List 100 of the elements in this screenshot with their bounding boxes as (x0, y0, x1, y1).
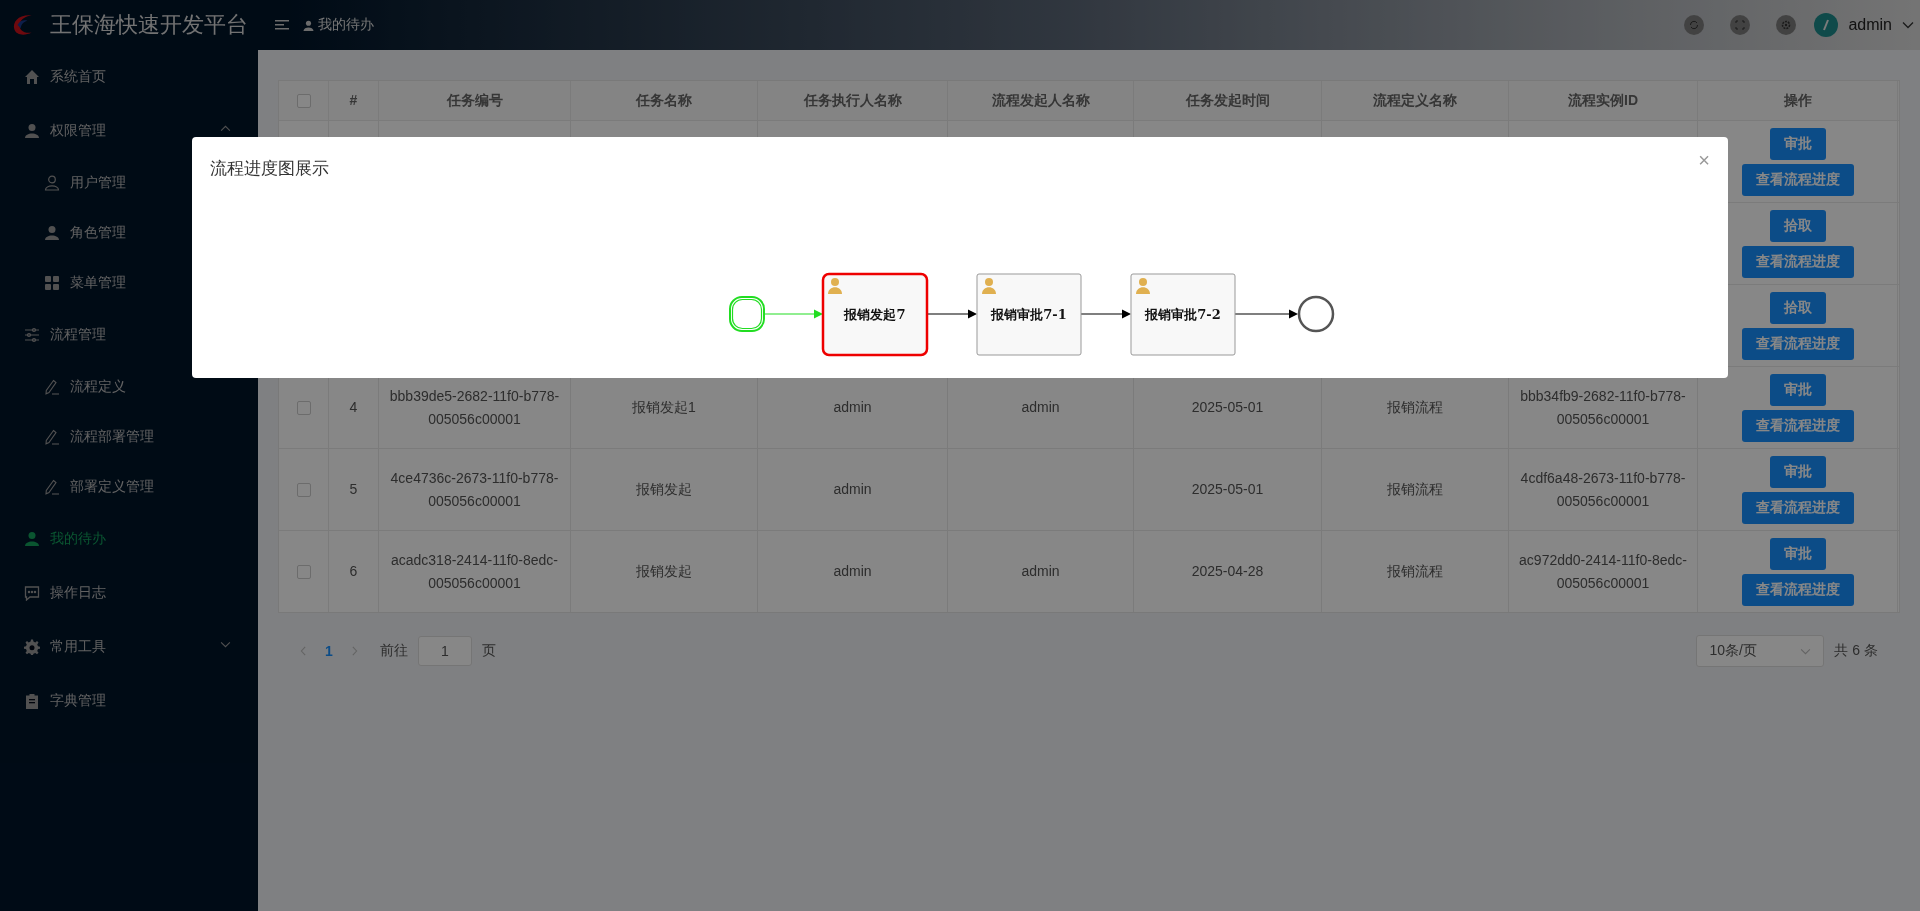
task-label: 报销审批7-2 (1145, 307, 1221, 322)
app-title: 王保海快速开发平台 (50, 11, 249, 39)
menu-label: 流程部署管理 (70, 428, 154, 446)
menu-item[interactable]: 菜单管理 (0, 258, 258, 308)
next-page-icon[interactable] (350, 646, 358, 656)
user-icon (24, 531, 40, 547)
menu-label: 权限管理 (50, 122, 106, 140)
home-icon (24, 69, 40, 85)
goto-label: 前往 (379, 642, 408, 660)
menu-item[interactable]: 系统首页 (0, 50, 258, 104)
table-cell: admin (948, 531, 1134, 612)
page-number[interactable]: 1 (319, 643, 339, 659)
column-header: 流程定义名称 (1322, 81, 1509, 120)
table-cell: 报销流程 (1322, 449, 1509, 530)
column-header: 流程发起人名称 (948, 81, 1134, 120)
table-cell: 5 (329, 449, 379, 530)
pencil-icon (44, 429, 60, 445)
menu-label: 流程定义 (70, 378, 126, 396)
avatar-icon[interactable] (1814, 13, 1839, 37)
gear-icon (24, 639, 40, 655)
menu-item[interactable]: 操作日志 (0, 566, 258, 620)
page-size-select[interactable]: 10条/页 (1696, 635, 1825, 667)
table-cell: 4cdf6a48-2673-11f0-b778-005056c00001 (1509, 449, 1698, 530)
menu-label: 角色管理 (70, 224, 126, 242)
checkbox[interactable] (296, 564, 311, 579)
grid-icon (44, 275, 60, 291)
total-count: 共 6 条 (1834, 642, 1878, 660)
menu-item[interactable]: 流程管理 (0, 308, 258, 362)
action-button[interactable]: 查看流程进度 (1741, 409, 1854, 442)
menu-icon[interactable] (275, 19, 289, 31)
menu-label: 用户管理 (70, 174, 126, 192)
action-button[interactable]: 查看流程进度 (1741, 491, 1854, 524)
checkbox[interactable] (296, 400, 311, 415)
task-label: 报销审批7-1 (991, 307, 1067, 322)
table-cell: 2025-05-01 (1134, 449, 1322, 530)
table-cell: acadc318-2414-11f0-8edc-005056c00001 (379, 531, 571, 612)
column-header: 任务名称 (571, 81, 758, 120)
flow-arrow (764, 309, 823, 319)
refresh-icon[interactable] (1684, 15, 1705, 35)
menu-item[interactable]: 流程定义 (0, 362, 258, 412)
table-cell: admin (758, 531, 948, 612)
user-icon (24, 123, 40, 139)
action-button[interactable]: 审批 (1769, 373, 1826, 406)
page-input[interactable]: 1 (417, 636, 472, 666)
checkbox[interactable] (296, 93, 311, 108)
task-label: 报销发起7 (844, 307, 906, 322)
column-header: 流程实例ID (1509, 81, 1698, 120)
column-header: 任务发起时间 (1134, 81, 1322, 120)
page-suffix: 页 (481, 642, 496, 660)
action-button[interactable]: 审批 (1769, 537, 1826, 570)
menu-item[interactable]: 我的待办 (0, 512, 258, 566)
menu-item[interactable]: 流程部署管理 (0, 412, 258, 462)
previous-page-icon[interactable] (300, 646, 307, 656)
action-button[interactable]: 查看流程进度 (1741, 245, 1854, 278)
menu-item[interactable]: 字典管理 (0, 674, 258, 728)
user-icon (44, 225, 60, 241)
table-cell: 报销流程 (1322, 531, 1509, 612)
menu-label: 流程管理 (50, 326, 106, 344)
menu-label: 系统首页 (50, 68, 106, 86)
user-outline-icon (44, 175, 60, 191)
user-name[interactable]: admin (1848, 16, 1892, 34)
menu-item[interactable]: 权限管理 (0, 104, 258, 158)
pencil-icon (44, 379, 60, 395)
action-button[interactable]: 查看流程进度 (1741, 327, 1854, 360)
user-icon (1136, 278, 1150, 294)
column-header: 任务执行人名称 (758, 81, 948, 120)
column-header: # (329, 81, 379, 120)
action-button[interactable]: 审批 (1769, 127, 1826, 160)
flow-arrow (1080, 309, 1131, 319)
column-header: 操作 (1698, 81, 1898, 120)
chat-icon (24, 585, 40, 601)
column-header: 任务编号 (379, 81, 571, 120)
table-cell: 报销发起 (571, 449, 758, 530)
flow-arrow (1234, 309, 1298, 319)
action-button[interactable]: 查看流程进度 (1741, 573, 1854, 606)
table-cell: 4ce4736c-2673-11f0-b778-005056c00001 (379, 449, 571, 530)
table-cell: 报销发起 (571, 531, 758, 612)
action-button[interactable]: 查看流程进度 (1741, 163, 1854, 196)
menu-label: 部署定义管理 (70, 478, 154, 496)
menu-item[interactable]: 常用工具 (0, 620, 258, 674)
checkbox[interactable] (296, 482, 311, 497)
table-cell: 6 (329, 531, 379, 612)
menu-item[interactable]: 部署定义管理 (0, 462, 258, 512)
menu-item[interactable]: 角色管理 (0, 208, 258, 258)
caret-icon[interactable] (1902, 21, 1914, 29)
action-button[interactable]: 审批 (1769, 455, 1826, 488)
menu-label: 菜单管理 (70, 274, 126, 292)
breadcrumb[interactable]: 我的待办 (318, 16, 374, 34)
action-button[interactable]: 拾取 (1769, 209, 1826, 242)
settings-icon[interactable] (1776, 15, 1797, 35)
flow-arrow (926, 309, 977, 319)
dialog-title: 流程进度图展示 (210, 158, 329, 180)
fullscreen-icon[interactable] (1730, 15, 1751, 35)
user-icon (303, 19, 314, 31)
close-button[interactable]: × (1694, 147, 1714, 174)
caret-icon (1800, 647, 1812, 655)
table-cell: 2025-04-28 (1134, 531, 1322, 612)
action-button[interactable]: 拾取 (1769, 291, 1826, 324)
pencil-icon (44, 479, 60, 495)
user-icon (828, 278, 842, 294)
